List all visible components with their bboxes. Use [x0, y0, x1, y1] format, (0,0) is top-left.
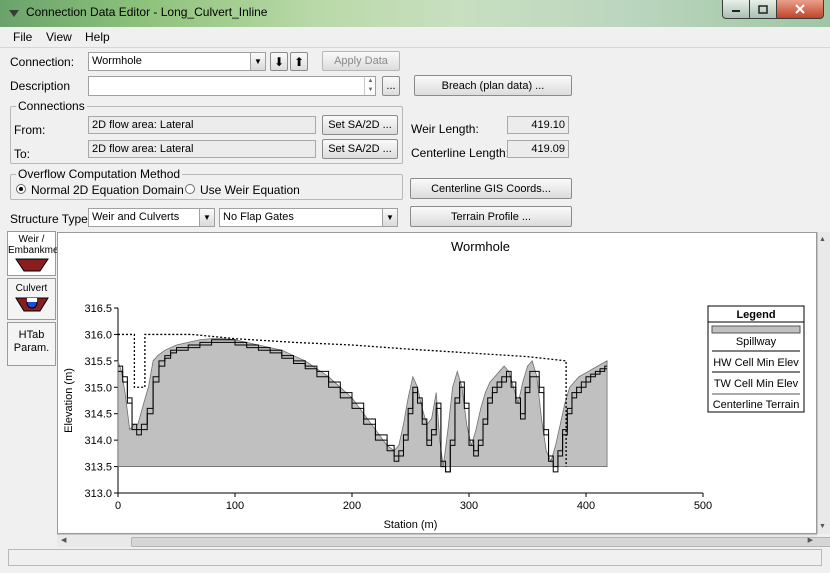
menu-file[interactable]: File [13, 30, 32, 44]
tab-htab-param[interactable]: HTab Param. [7, 322, 56, 366]
radio-normal-2d[interactable] [16, 184, 26, 194]
y-tick-label: 314.5 [84, 409, 112, 421]
arrow-up-icon: ⬆ [293, 54, 305, 69]
x-tick-label: 0 [115, 500, 121, 512]
from-value: 2D flow area: Lateral [88, 116, 316, 134]
description-input[interactable] [88, 76, 376, 96]
breach-button[interactable]: Breach (plan data) ... [414, 75, 572, 96]
structure-type-dropdown[interactable]: Weir and Culverts ▼ [88, 208, 215, 227]
horizontal-scroll-thumb[interactable] [131, 537, 830, 547]
menu-bar [0, 27, 830, 48]
y-tick-label: 315.0 [84, 382, 112, 394]
scroll-right-icon[interactable]: ▶ [808, 536, 813, 544]
chart-title: Wormhole [451, 239, 510, 254]
connection-value: Wormhole [92, 55, 142, 67]
close-icon [795, 4, 805, 14]
tab-culvert[interactable]: Culvert [7, 278, 56, 320]
legend-title: Legend [736, 309, 775, 321]
y-tick-label: 316.0 [84, 329, 112, 341]
app-menu-icon[interactable] [8, 7, 20, 19]
minimize-button[interactable] [722, 0, 750, 19]
description-more-button[interactable]: ... [382, 76, 400, 96]
maximize-icon [758, 4, 768, 14]
tab-htab-label: HTab Param. [13, 329, 50, 354]
close-button[interactable] [776, 0, 824, 19]
connections-group-title: Connections [16, 99, 87, 113]
menu-help[interactable]: Help [85, 30, 110, 44]
move-down-button[interactable]: ⬇ [270, 52, 288, 71]
weir-length-label: Weir Length: [411, 122, 479, 136]
vertical-scrollbar[interactable]: ▲ ▼ [817, 232, 830, 534]
overflow-group-title: Overflow Computation Method [16, 167, 183, 181]
y-axis-label: Elevation (m) [63, 368, 75, 433]
legend-spillway-swatch [711, 325, 801, 334]
chevron-down-icon: ▼ [250, 53, 265, 70]
profile-chart: Wormhole 0 100 200 300 400 500 313.0 313.5 314.0 3… [63, 239, 805, 531]
tab-culvert-label: Culvert [15, 283, 48, 294]
flap-gates-dropdown[interactable]: No Flap Gates ▼ [219, 208, 398, 227]
tab-weir-embankment[interactable]: Weir / Embankment [7, 231, 67, 276]
scroll-left-icon[interactable]: ◀ [61, 536, 66, 544]
x-tick-label: 100 [226, 500, 244, 512]
scroll-down-icon[interactable]: ▼ [819, 523, 826, 530]
structure-type-value: Weir and Culverts [92, 211, 180, 223]
flap-gates-value: No Flap Gates [223, 211, 294, 223]
x-tick-label: 300 [460, 500, 478, 512]
legend-item-hw: HW Cell Min Elev [713, 357, 799, 369]
to-value: 2D flow area: Lateral [88, 140, 316, 158]
move-up-button[interactable]: ⬆ [290, 52, 308, 71]
y-tick-label: 313.5 [84, 462, 112, 474]
weir-length-value: 419.10 [507, 116, 569, 134]
legend-item-spillway: Spillway [736, 336, 777, 348]
x-tick-label: 500 [694, 500, 712, 512]
legend-item-terrain: Centerline Terrain [713, 399, 800, 411]
weir-icon [14, 258, 49, 272]
scroll-up-icon[interactable]: ▲ [819, 236, 826, 243]
window-title: Connection Data Editor - Long_Culvert_In… [26, 5, 268, 19]
arrow-down-icon: ⬇ [273, 54, 285, 69]
connection-label: Connection: [10, 55, 75, 69]
x-tick-label: 200 [343, 500, 361, 512]
radio-weir-equation-label: Use Weir Equation [200, 183, 300, 197]
x-tick-label: 400 [577, 500, 595, 512]
spillway-area [117, 338, 608, 467]
chevron-down-icon: ▼ [199, 209, 214, 226]
centerline-gis-button[interactable]: Centerline GIS Coords... [410, 178, 572, 199]
structure-type-label: Structure Type: [10, 212, 92, 226]
to-label: To: [14, 147, 31, 161]
status-bar [8, 549, 822, 566]
legend-item-tw: TW Cell Min Elev [714, 378, 799, 390]
description-spinner[interactable]: ▲ ▼ [364, 77, 376, 95]
profile-plot: Wormhole 0 100 200 300 400 500 313.0 313.5 314.0 3… [57, 232, 817, 534]
y-tick-label: 316.5 [84, 303, 112, 315]
from-label: From: [14, 123, 46, 137]
y-tick-label: 315.5 [84, 356, 112, 368]
minimize-icon [732, 10, 740, 12]
radio-normal-2d-label: Normal 2D Equation Domain [31, 183, 184, 197]
set-to-button[interactable]: Set SA/2D ... [322, 139, 398, 159]
description-label: Description [10, 79, 71, 93]
apply-data-button[interactable]: Apply Data [322, 51, 400, 71]
x-axis-label: Station (m) [384, 519, 438, 531]
tab-weir-label: Weir / Embankment [8, 234, 67, 256]
menu-view[interactable]: View [46, 30, 72, 44]
radio-weir-equation[interactable] [185, 184, 195, 194]
centerline-length-label: Centerline Length: [411, 146, 510, 160]
centerline-length-value: 419.09 [507, 140, 569, 158]
connection-dropdown[interactable]: Wormhole ▼ [88, 52, 266, 71]
culvert-icon [14, 297, 49, 312]
y-tick-label: 314.0 [84, 435, 112, 447]
terrain-profile-button[interactable]: Terrain Profile ... [410, 206, 572, 227]
y-tick-label: 313.0 [84, 488, 112, 500]
set-from-button[interactable]: Set SA/2D ... [322, 115, 398, 135]
chevron-down-icon: ▼ [382, 209, 397, 226]
horizontal-scrollbar[interactable]: ◀ ▶ [57, 534, 830, 547]
maximize-button[interactable] [749, 0, 777, 19]
